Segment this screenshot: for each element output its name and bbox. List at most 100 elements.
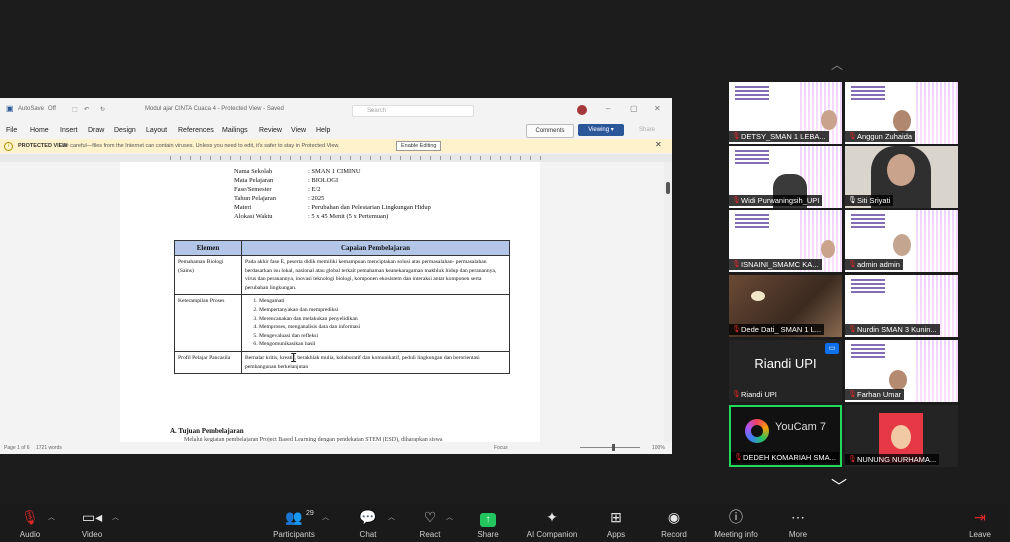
chevron-up-icon[interactable]: ︿ (48, 512, 55, 522)
chevron-up-icon[interactable]: ︿ (112, 512, 119, 522)
chat-button[interactable]: 💬 ︿ Chat (338, 506, 398, 540)
zoom-slider[interactable] (580, 447, 640, 448)
redo-icon[interactable]: ↻ (100, 106, 105, 113)
leave-label: Leave (969, 530, 991, 539)
undo-icon[interactable]: ↶ (84, 106, 89, 113)
participant-display-name: Riandi UPI (754, 356, 817, 371)
participant-name-badge: 🎙 DETSY_SMAN 1 LEBA... (729, 131, 829, 142)
ai-companion-button[interactable]: ✦ AI Companion (520, 506, 584, 540)
participant-tile[interactable]: 🎙 admin admin (845, 210, 958, 272)
tab-references[interactable]: References (178, 127, 214, 134)
mic-muted-icon: 🎙 (848, 261, 857, 268)
page-count[interactable]: Page 1 of 6 (4, 445, 30, 451)
zoom-slider-knob[interactable] (612, 444, 615, 451)
participant-name-badge: 🎙 Widi Purwaningsih_UPI (729, 195, 823, 206)
meeting-info-label: Meeting info (714, 530, 758, 539)
share-doc-button[interactable]: Share (632, 124, 662, 136)
maximize-icon[interactable]: ▢ (630, 104, 638, 113)
gallery-next-page-icon[interactable]: ﹀ (831, 480, 847, 496)
leave-icon: ⇥ (974, 509, 986, 525)
participant-tile[interactable]: ▭ Riandi UPI 🎙 Riandi UPI (729, 340, 842, 402)
viewing-mode-button[interactable]: Viewing ▾ (578, 124, 624, 136)
shared-screen-word-window[interactable]: ▣ AutoSave Off ⬚ ↶ ↻ Modul ajar CINTA Cu… (0, 98, 672, 454)
save-icon[interactable]: ⬚ (72, 106, 78, 113)
autosave-label: AutoSave (18, 106, 45, 112)
chevron-up-icon[interactable]: ︿ (388, 512, 395, 522)
participant-name-badge: 🎙 ISNAINI_SMAMC KA... (729, 259, 822, 270)
participant-tile[interactable]: 🎙 Dede Dati_ SMAN 1 L... (729, 275, 842, 337)
scrollbar-thumb[interactable] (666, 182, 670, 194)
zoom-level[interactable]: 100% (652, 445, 665, 451)
participant-name: Farhan Umar (857, 390, 902, 399)
tab-design[interactable]: Design (114, 127, 136, 134)
participant-tile[interactable]: 🎙 Anggun Zuhaida (845, 82, 958, 144)
participant-name: DETSY_SMAN 1 LEBA... (741, 132, 826, 141)
video-button[interactable]: ▭◂ ︿ Video (62, 506, 122, 540)
identity-value: : Perubahan dan Pelestarian Lingkungan H… (308, 204, 431, 211)
meeting-info-button[interactable]: ⓘ Meeting info (706, 506, 766, 540)
account-avatar[interactable] (577, 105, 587, 115)
mic-muted-icon: 🎙 (848, 391, 857, 398)
document-page[interactable]: Nama Sekolah: SMAN 1 CIMINU Mata Pelajar… (120, 162, 540, 443)
identity-value: : BIOLOGI (308, 177, 339, 184)
tab-insert[interactable]: Insert (60, 127, 78, 134)
tab-layout[interactable]: Layout (146, 127, 167, 134)
tab-mailings[interactable]: Mailings (222, 127, 248, 134)
mic-muted-icon: 🎙 (732, 391, 741, 398)
mic-muted-icon: 🎙 (732, 261, 741, 268)
ceiling-lamp (751, 291, 765, 301)
participant-name: Dede Dati_ SMAN 1 L... (741, 325, 822, 334)
word-titlebar: ▣ AutoSave Off ⬚ ↶ ↻ Modul ajar CINTA Cu… (0, 98, 672, 122)
record-button[interactable]: ◉ Record (644, 506, 704, 540)
capaian-table: Elemen Capaian Pembelajaran Pemahaman Bi… (174, 240, 510, 375)
participant-name: Siti Sriyati (857, 196, 891, 205)
gallery-prev-page-icon[interactable]: ︿ (831, 56, 843, 73)
vertical-scrollbar[interactable] (664, 162, 672, 442)
close-bar-icon[interactable]: ✕ (655, 140, 662, 149)
chevron-up-icon[interactable]: ︿ (446, 512, 453, 522)
list-item: Memproses, menganalisis data dan informa… (259, 323, 506, 332)
participant-name-badge: 🎙 Farhan Umar (845, 389, 905, 400)
pin-icon[interactable]: ▭ (825, 343, 839, 354)
table-header-row: Elemen Capaian Pembelajaran (174, 240, 510, 256)
tab-help[interactable]: Help (316, 127, 330, 134)
tab-draw[interactable]: Draw (88, 127, 104, 134)
tab-review[interactable]: Review (259, 127, 282, 134)
tab-view[interactable]: View (291, 127, 306, 134)
autosave-toggle[interactable]: Off (48, 106, 56, 112)
word-count[interactable]: 1721 words (36, 445, 62, 451)
apps-button[interactable]: ⊞ Apps (586, 506, 646, 540)
participant-tile[interactable]: 🎙 NUNUNG NURHAMA... (845, 405, 958, 467)
close-icon[interactable]: ✕ (654, 104, 661, 113)
participant-tile[interactable]: 🎙 Siti Sriyati (845, 146, 958, 208)
leave-button[interactable]: ⇥ Leave (950, 506, 1010, 540)
text-cursor-icon: I (290, 351, 298, 365)
comments-button[interactable]: Comments (526, 124, 574, 138)
participant-tile-active-speaker[interactable]: YouCam 7 🎙 DEDEH KOMARIAH SMA... (729, 405, 842, 467)
participant-tile[interactable]: 🎙 Widi Purwaningsih_UPI (729, 146, 842, 208)
audio-button[interactable]: 🎙 ︿ Audio (0, 506, 60, 540)
participant-tile[interactable]: 🎙 ISNAINI_SMAMC KA... (729, 210, 842, 272)
more-button[interactable]: ⋯ More (768, 506, 828, 540)
participant-tile[interactable]: 🎙 Farhan Umar (845, 340, 958, 402)
participants-button[interactable]: 👥 29 ︿ Participants (264, 506, 329, 540)
minimize-icon[interactable]: – (606, 104, 610, 113)
participant-name-badge: 🎙 DEDEH KOMARIAH SMA... (731, 452, 839, 463)
table-header: Elemen (174, 240, 242, 256)
react-button[interactable]: ♡ ︿ React (400, 506, 460, 540)
identity-value: : 5 x 45 Menit (5 x Pertemuan) (308, 213, 389, 220)
ai-companion-label: AI Companion (526, 530, 578, 539)
enable-editing-button[interactable]: Enable Editing (396, 141, 442, 151)
tab-home[interactable]: Home (30, 127, 49, 134)
protected-view-label: PROTECTED VIEW (18, 143, 68, 149)
participant-tile[interactable]: 🎙 DETSY_SMAN 1 LEBA... (729, 82, 842, 144)
participant-tile[interactable]: 🎙 Nurdin SMAN 3 Kunin... (845, 275, 958, 337)
word-search-box[interactable]: ⌕ Search (352, 105, 474, 117)
participant-name: Nurdin SMAN 3 Kunin... (857, 325, 937, 334)
identity-key: Nama Sekolah (234, 168, 273, 175)
share-screen-button[interactable]: ↑ Share (458, 506, 518, 540)
tab-file[interactable]: File (6, 127, 17, 134)
focus-mode[interactable]: Focus (494, 445, 508, 451)
participant-face (821, 110, 837, 130)
chevron-up-icon[interactable]: ︿ (322, 512, 329, 522)
